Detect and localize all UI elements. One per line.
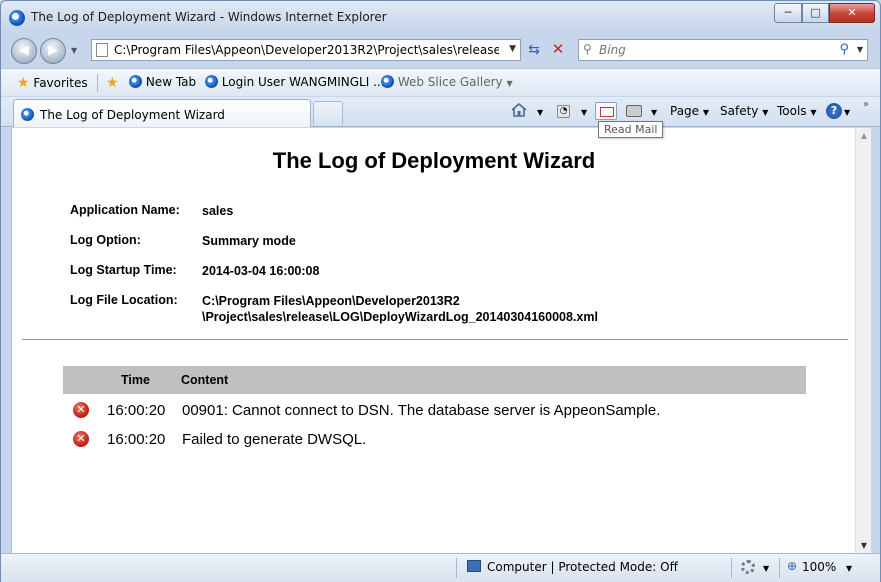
tab-label: The Log of Deployment Wizard — [40, 108, 225, 122]
close-button[interactable]: ✕ — [829, 3, 875, 23]
favorites-label: Favorites — [33, 76, 88, 90]
log-option-value: Summary mode — [202, 234, 296, 248]
divider — [731, 558, 732, 578]
divider — [779, 558, 780, 578]
tools-menu-label: Tools — [777, 104, 807, 118]
navigation-bar: ◀ ▶ ▼ C:\Program Files\Appeon\Developer2… — [1, 34, 880, 66]
safety-menu-label: Safety — [720, 104, 759, 118]
computer-zone-icon — [467, 560, 481, 572]
maximize-button[interactable]: □ — [802, 3, 829, 23]
log-content: 00901: Cannot connect to DSN. The databa… — [182, 402, 661, 419]
tab-active[interactable]: The Log of Deployment Wizard — [13, 99, 311, 127]
feeds-dropdown-icon[interactable]: ▼ — [581, 104, 587, 118]
page-menu[interactable]: Page ▼ — [670, 104, 709, 118]
favorites-button[interactable]: ★ Favorites — [17, 75, 88, 91]
printer-icon[interactable] — [626, 105, 642, 117]
ie-page-icon — [129, 75, 142, 88]
application-name-value: sales — [202, 204, 234, 218]
page-content: The Log of Deployment Wizard Application… — [11, 128, 871, 553]
ie-page-icon — [205, 75, 218, 88]
error-icon: ✕ — [73, 431, 89, 447]
new-tab-button[interactable] — [313, 101, 343, 125]
log-file-location-line1: C:\Program Files\Appeon\Developer2013R2 — [202, 294, 460, 308]
help-dropdown-icon[interactable]: ▼ — [844, 104, 850, 118]
refresh-icon[interactable]: ⇆ — [523, 42, 545, 60]
search-box[interactable]: ⚲ ⚲ ▼ — [578, 39, 868, 61]
favorite-login-user-label: Login User WANGMINGLI ... — [221, 75, 385, 89]
search-provider-icon: ⚲ — [583, 42, 592, 56]
divider — [456, 558, 457, 578]
more-commands-chevron-icon[interactable]: » — [863, 99, 869, 110]
status-dropdown-icon[interactable]: ▼ — [763, 560, 769, 574]
log-startup-time-value: 2014-03-04 16:00:08 — [202, 264, 320, 278]
stop-icon[interactable]: ✕ — [548, 40, 568, 60]
address-dropdown-icon[interactable]: ▼ — [509, 44, 516, 54]
address-bar[interactable]: C:\Program Files\Appeon\Developer2013R2\… — [91, 39, 521, 61]
scroll-down-icon[interactable]: ▼ — [861, 541, 867, 550]
vertical-scrollbar[interactable]: ▲ ▼ — [855, 128, 871, 553]
home-dropdown-icon[interactable]: ▼ — [537, 104, 543, 118]
log-time: 16:00:20 — [107, 402, 166, 419]
minimize-button[interactable]: ─ — [774, 3, 802, 23]
help-icon[interactable]: ? — [826, 103, 842, 119]
read-mail-icon[interactable] — [595, 102, 617, 120]
log-file-location-line2: \Project\sales\release\LOG\DeployWizardL… — [202, 310, 598, 324]
web-slice-gallery[interactable]: Web Slice Gallery ▼ — [381, 75, 513, 89]
protected-mode-icon[interactable] — [741, 560, 755, 574]
favorite-new-tab-label: New Tab — [145, 75, 197, 89]
search-input[interactable] — [599, 42, 819, 58]
log-time: 16:00:20 — [107, 431, 166, 448]
tools-menu[interactable]: Tools ▼ — [777, 104, 817, 118]
ie-page-icon — [381, 75, 394, 88]
tab-bar: The Log of Deployment Wizard ▼ ◔ ▼ ▼ Pag… — [1, 97, 880, 127]
back-button[interactable]: ◀ — [11, 38, 37, 64]
title-bar: The Log of Deployment Wizard - Windows I… — [1, 1, 880, 33]
forward-button[interactable]: ▶ — [40, 38, 66, 64]
browser-window: The Log of Deployment Wizard - Windows I… — [0, 0, 881, 582]
address-text[interactable]: C:\Program Files\Appeon\Developer2013R2\… — [114, 43, 499, 57]
log-table-header: Time Content — [63, 366, 806, 394]
search-options-dropdown-icon[interactable]: ▼ — [857, 45, 863, 54]
home-icon[interactable] — [511, 103, 527, 117]
star-icon: ★ — [17, 75, 30, 91]
feeds-icon[interactable]: ◔ — [557, 105, 570, 118]
security-zone-text[interactable]: Computer | Protected Mode: Off — [487, 560, 678, 574]
favorite-new-tab[interactable]: New Tab — [129, 75, 196, 89]
log-startup-time-label: Log Startup Time: — [70, 263, 177, 277]
log-option-label: Log Option: — [70, 233, 141, 247]
error-icon: ✕ — [73, 402, 89, 418]
ie-logo-icon — [9, 10, 25, 26]
safety-menu[interactable]: Safety ▼ — [720, 104, 768, 118]
recent-pages-dropdown[interactable]: ▼ — [71, 46, 77, 55]
application-name-label: Application Name: — [70, 203, 180, 217]
chevron-down-icon: ▼ — [506, 79, 513, 88]
read-mail-tooltip: Read Mail — [598, 121, 664, 138]
favorite-login-user[interactable]: Login User WANGMINGLI ... — [205, 75, 385, 89]
zoom-icon[interactable]: ⊕ — [787, 559, 797, 573]
print-dropdown-icon[interactable]: ▼ — [651, 104, 657, 118]
time-column-header: Time — [121, 373, 150, 387]
content-column-header: Content — [181, 373, 229, 387]
web-slice-gallery-label: Web Slice Gallery — [397, 75, 503, 89]
log-file-location-label: Log File Location: — [70, 293, 178, 307]
status-bar: Computer | Protected Mode: Off ▼ ⊕ 100% … — [1, 553, 880, 582]
favorites-bar: ★ Favorites ★ New Tab Login User WANGMIN… — [1, 68, 880, 96]
zoom-level[interactable]: 100% — [802, 560, 836, 574]
zoom-dropdown-icon[interactable]: ▼ — [846, 560, 852, 574]
page-title: The Log of Deployment Wizard — [272, 148, 596, 173]
ie-page-icon — [21, 108, 34, 121]
add-to-favorites-bar-icon[interactable]: ★ — [106, 75, 119, 91]
search-icon[interactable]: ⚲ — [839, 42, 849, 57]
page-icon — [96, 43, 108, 57]
divider — [97, 74, 98, 92]
divider — [22, 339, 848, 340]
page-menu-label: Page — [670, 104, 700, 118]
log-content: Failed to generate DWSQL. — [182, 431, 367, 448]
scroll-up-icon[interactable]: ▲ — [861, 131, 867, 140]
window-title: The Log of Deployment Wizard - Windows I… — [31, 10, 387, 24]
